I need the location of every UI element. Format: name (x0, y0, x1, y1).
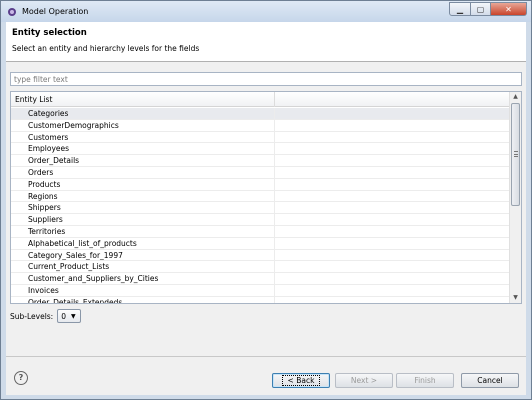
back-button-label: < Back (281, 375, 321, 386)
entity-name-cell: Customer_and_Suppliers_by_Cities (11, 273, 275, 284)
scroll-up-icon[interactable]: ▲ (510, 92, 521, 102)
entity-extra-cell (275, 261, 509, 272)
table-row[interactable]: Orders (11, 166, 509, 179)
entity-name-cell: Customers (11, 131, 275, 143)
table-row[interactable]: Order_Details (11, 155, 509, 167)
table-row[interactable]: CustomerDemographics (11, 119, 509, 132)
entity-rows: Categories CustomerDemographics Customers E… (11, 108, 509, 303)
wizard-header: Entity selection Select an entity and hi… (6, 22, 526, 62)
back-button[interactable]: < Back (272, 373, 330, 388)
scroll-thumb[interactable] (511, 103, 520, 206)
filter-input[interactable] (10, 72, 522, 86)
maximize-button[interactable]: ▢ (471, 2, 491, 16)
chevron-down-icon: ▼ (71, 312, 76, 320)
entity-name-cell: Employees (11, 143, 275, 155)
close-icon: ✕ (505, 4, 512, 14)
entity-name-cell: Shippers (11, 202, 275, 214)
page-title: Entity selection (12, 28, 87, 38)
entity-extra-cell (275, 108, 509, 119)
entity-extra-cell (275, 191, 509, 202)
entity-name-cell: Order_Details_Extendeds (11, 296, 275, 303)
title-bar[interactable]: Model Operation ▁ ▢ ✕ (1, 1, 531, 22)
entity-name-cell: Suppliers (11, 214, 275, 225)
table-row[interactable]: Shippers (11, 202, 509, 215)
table-row[interactable]: Customers (11, 131, 509, 144)
table-row[interactable]: Current_Product_Lists (11, 261, 509, 274)
table-row[interactable]: Categories (11, 108, 509, 120)
entity-extra-cell (275, 285, 509, 296)
table-row[interactable]: Order_Details_Extendeds (11, 296, 509, 303)
minimize-icon: ▁ (456, 4, 464, 14)
entity-table: Entity List Categories CustomerDemographi… (10, 91, 522, 304)
entity-name-cell: CustomerDemographics (11, 119, 275, 131)
table-row[interactable]: Regions (11, 190, 509, 203)
close-button[interactable]: ✕ (491, 2, 527, 16)
scroll-down-icon[interactable]: ▼ (510, 293, 521, 303)
dialog-window: Model Operation ▁ ▢ ✕ Entity selection S… (0, 0, 532, 400)
entity-extra-cell (275, 143, 509, 154)
table-row[interactable]: Alphabetical_list_of_products (11, 237, 509, 250)
entity-extra-cell (275, 297, 509, 303)
entity-name-cell: Invoices (11, 284, 275, 296)
entity-name-cell: Alphabetical_list_of_products (11, 237, 275, 249)
entity-name-cell: Territories (11, 225, 275, 237)
entity-name-cell: Regions (11, 190, 275, 202)
entity-extra-cell (275, 132, 509, 143)
maximize-icon: ▢ (476, 4, 485, 14)
sublevels-group: Sub-Levels: 0 ▼ (10, 309, 82, 323)
column-header-entity-list[interactable]: Entity List (11, 92, 275, 107)
entity-extra-cell (275, 273, 509, 284)
table-row[interactable]: Category_Sales_for_1997 (11, 249, 509, 262)
window-controls: ▁ ▢ ✕ (449, 2, 527, 16)
finish-button[interactable]: Finish (396, 373, 454, 388)
sublevels-label: Sub-Levels: (10, 311, 54, 321)
entity-name-cell: Orders (11, 166, 275, 178)
entity-extra-cell (275, 238, 509, 249)
entity-extra-cell (275, 179, 509, 190)
entity-extra-cell (275, 120, 509, 131)
entity-extra-cell (275, 155, 509, 166)
entity-name-cell: Category_Sales_for_1997 (11, 249, 275, 261)
entity-extra-cell (275, 214, 509, 225)
minimize-button[interactable]: ▁ (449, 2, 471, 16)
vertical-scrollbar[interactable]: ▲ ▼ (509, 92, 521, 303)
page-description: Select an entity and hierarchy levels fo… (12, 44, 200, 53)
entity-name-cell: Current_Product_Lists (11, 261, 275, 273)
window-title: Model Operation (22, 7, 89, 16)
column-header-2[interactable] (275, 92, 509, 107)
table-row[interactable]: Invoices (11, 284, 509, 297)
table-row[interactable]: Employees (11, 143, 509, 156)
table-row[interactable]: Customer_and_Suppliers_by_Cities (11, 273, 509, 285)
entity-name-cell: Products (11, 178, 275, 190)
sublevels-select[interactable]: 0 ▼ (57, 309, 82, 323)
next-button[interactable]: Next > (335, 373, 393, 388)
table-row[interactable]: Products (11, 178, 509, 191)
table-row[interactable]: Suppliers (11, 214, 509, 226)
model-operation-icon (8, 7, 16, 16)
entity-name-cell: Categories (11, 108, 275, 119)
wizard-footer: ? < Back Next > Finish Cancel (6, 356, 526, 395)
entity-extra-cell (275, 202, 509, 213)
cancel-button[interactable]: Cancel (461, 373, 519, 388)
table-row[interactable]: Territories (11, 225, 509, 238)
help-icon[interactable]: ? (14, 371, 28, 385)
sublevels-value: 0 (61, 311, 66, 321)
entity-extra-cell (275, 167, 509, 178)
table-header: Entity List (11, 92, 509, 107)
entity-name-cell: Order_Details (11, 155, 275, 166)
grip-icon (514, 151, 518, 157)
entity-extra-cell (275, 226, 509, 237)
entity-extra-cell (275, 250, 509, 261)
dialog-client-area: Entity selection Select an entity and hi… (6, 22, 526, 395)
